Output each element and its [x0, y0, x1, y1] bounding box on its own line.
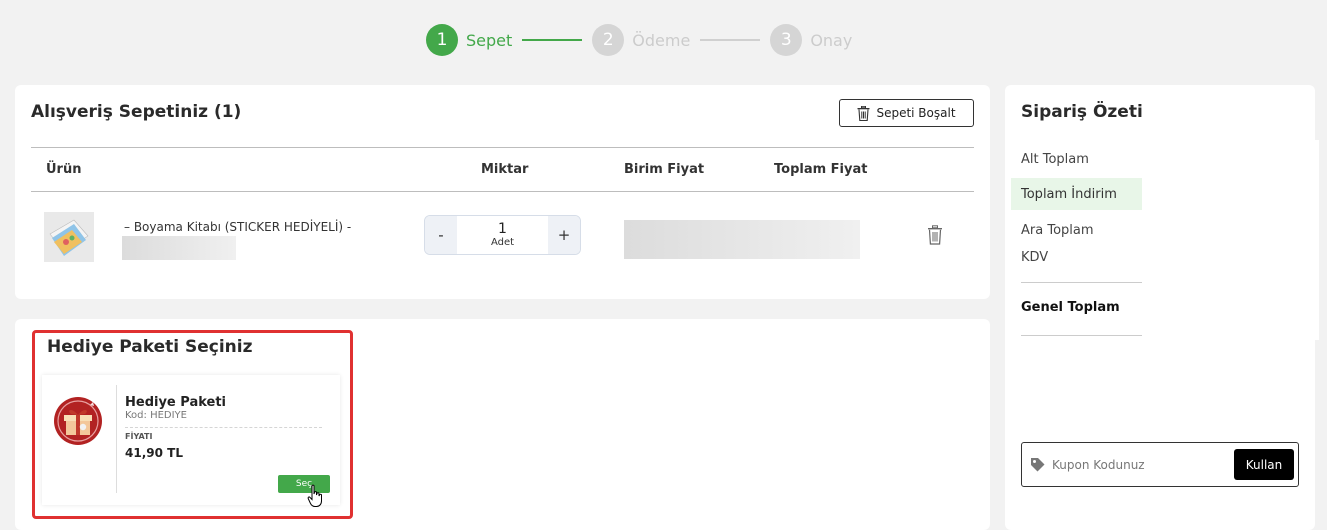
quantity-unit: Adet	[490, 237, 515, 248]
gift-price: 41,90 TL	[125, 446, 183, 460]
tag-icon	[1031, 458, 1045, 472]
column-header-product: Ürün	[46, 162, 82, 177]
empty-cart-button[interactable]: Sepeti Boşalt	[839, 99, 974, 127]
step-cart[interactable]: 1 Sepet	[426, 24, 512, 56]
subtotal-label: Alt Toplam	[1021, 152, 1089, 167]
gift-section-title: Hediye Paketi Seçiniz	[47, 337, 253, 357]
step-label: Onay	[810, 30, 853, 50]
step-label: Sepet	[466, 30, 513, 50]
redacted-prices	[624, 220, 860, 259]
apply-coupon-button[interactable]: Kullan	[1234, 449, 1294, 480]
column-header-quantity: Miktar	[481, 162, 529, 177]
intermediate-total-label: Ara Toplam	[1021, 223, 1094, 238]
summary-title: Sipariş Özeti	[1021, 102, 1143, 122]
step-connector	[522, 39, 583, 41]
table-header-bottom-border	[31, 191, 974, 192]
trash-icon	[928, 225, 942, 245]
step-number: 3	[770, 24, 803, 56]
remove-item-button[interactable]	[927, 225, 943, 245]
step-connector	[700, 39, 761, 41]
coupon-input[interactable]	[1052, 453, 1227, 477]
trash-icon	[857, 105, 870, 121]
step-payment[interactable]: 2 Ödeme	[592, 24, 690, 56]
quantity-decrease-button[interactable]: -	[425, 216, 457, 254]
hand-cursor-icon	[307, 484, 325, 508]
empty-cart-label: Sepeti Boşalt	[876, 106, 956, 120]
step-number: 2	[592, 24, 625, 56]
product-image[interactable]	[44, 212, 94, 262]
gift-card-separator	[125, 427, 322, 428]
product-name[interactable]: – Boyama Kitabı (STICKER HEDİYELİ) -	[124, 220, 351, 234]
coupon-field: Kullan	[1021, 442, 1299, 487]
column-header-unit-price: Birim Fiyat	[624, 162, 705, 177]
quantity-display[interactable]: 1 Adet	[457, 216, 548, 254]
gift-card-divider	[116, 385, 117, 493]
gift-code: Kod: HEDIYE	[125, 410, 187, 421]
discount-label: Toplam İndirim	[1011, 178, 1142, 210]
summary-divider	[1021, 335, 1142, 336]
cart-panel: Alışveriş Sepetiniz (1) Sepeti Boşalt Ür…	[15, 85, 990, 299]
quantity-value: 1	[498, 221, 507, 237]
gift-box-icon	[53, 396, 103, 446]
gift-price-label: FİYATI	[125, 432, 153, 441]
checkout-stepper: 1 Sepet 2 Ödeme 3 Onay	[426, 24, 852, 56]
step-label: Ödeme	[632, 30, 691, 50]
gift-name: Hediye Paketi	[125, 395, 227, 410]
quantity-increase-button[interactable]: +	[548, 216, 580, 254]
tax-label: KDV	[1021, 250, 1049, 265]
step-number: 1	[426, 24, 458, 56]
grand-total-label: Genel Toplam	[1021, 300, 1120, 315]
redacted-product-detail	[122, 236, 236, 260]
column-header-total-price: Toplam Fiyat	[774, 162, 868, 177]
summary-divider	[1021, 282, 1142, 283]
cart-title: Alışveriş Sepetiniz (1)	[31, 102, 242, 122]
step-confirm[interactable]: 3 Onay	[770, 24, 852, 56]
quantity-stepper: - 1 Adet +	[424, 215, 581, 255]
table-header-top-border	[31, 147, 974, 148]
